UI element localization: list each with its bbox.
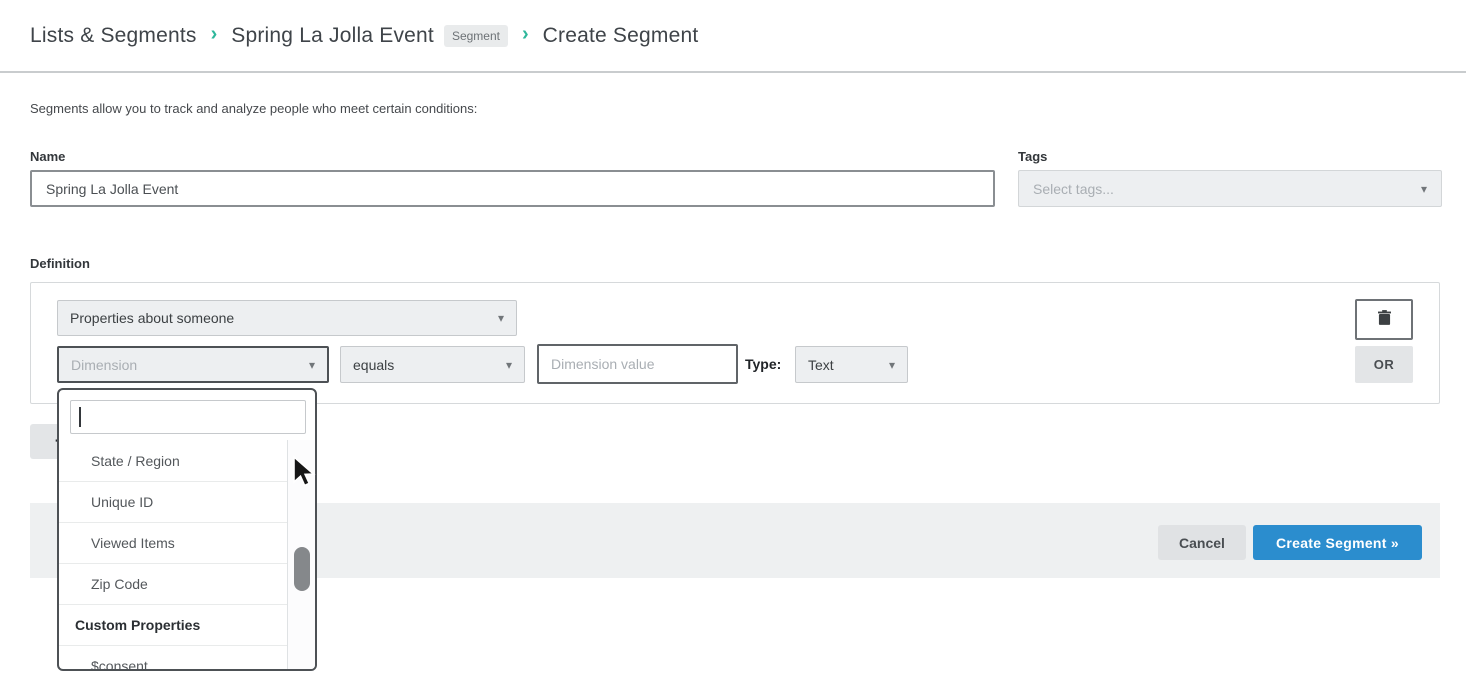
chevron-right-icon: › bbox=[522, 23, 529, 46]
dimension-value-input[interactable] bbox=[537, 344, 738, 384]
type-select[interactable]: Text ▾ bbox=[795, 346, 908, 383]
dimension-placeholder: Dimension bbox=[71, 357, 137, 373]
breadcrumb-segment-name[interactable]: Spring La Jolla Event bbox=[231, 24, 434, 48]
breadcrumb-lists-segments[interactable]: Lists & Segments bbox=[30, 24, 197, 48]
or-button[interactable]: OR bbox=[1355, 346, 1413, 383]
name-label: Name bbox=[30, 149, 65, 164]
intro-text: Segments allow you to track and analyze … bbox=[30, 101, 477, 116]
definition-label: Definition bbox=[30, 256, 90, 271]
breadcrumb: Lists & Segments › Spring La Jolla Event… bbox=[0, 0, 1466, 73]
breadcrumb-create-segment: Create Segment bbox=[543, 24, 699, 48]
dropdown-option[interactable]: State / Region bbox=[59, 440, 287, 481]
type-label: Type: bbox=[745, 356, 781, 372]
cancel-button[interactable]: Cancel bbox=[1158, 525, 1246, 560]
chevron-down-icon: ▾ bbox=[309, 359, 315, 371]
segment-type-badge: Segment bbox=[444, 25, 508, 47]
operator-value: equals bbox=[353, 357, 394, 373]
operator-select[interactable]: equals ▾ bbox=[340, 346, 525, 383]
chevron-down-icon: ▾ bbox=[506, 359, 512, 371]
dimension-select[interactable]: Dimension ▾ bbox=[57, 346, 329, 383]
type-value: Text bbox=[808, 357, 834, 373]
condition-category-value: Properties about someone bbox=[70, 310, 234, 326]
dropdown-option[interactable]: Zip Code bbox=[59, 563, 287, 604]
create-segment-button[interactable]: Create Segment » bbox=[1253, 525, 1422, 560]
dropdown-scrollbar-thumb[interactable] bbox=[294, 547, 310, 591]
chevron-right-icon: › bbox=[211, 23, 218, 46]
chevron-down-icon: ▾ bbox=[498, 312, 504, 324]
tags-placeholder: Select tags... bbox=[1033, 181, 1114, 197]
dropdown-scrollbar-track[interactable] bbox=[287, 440, 315, 671]
dimension-dropdown: State / Region Unique ID Viewed Items Zi… bbox=[57, 388, 317, 671]
chevron-down-icon: ▾ bbox=[889, 359, 895, 371]
tags-label: Tags bbox=[1018, 149, 1047, 164]
dropdown-option[interactable]: $consent bbox=[59, 645, 287, 671]
dropdown-group-header: Custom Properties bbox=[59, 604, 287, 645]
dropdown-option[interactable]: Unique ID bbox=[59, 481, 287, 522]
dimension-option-list: State / Region Unique ID Viewed Items Zi… bbox=[59, 440, 287, 671]
name-input[interactable] bbox=[30, 170, 995, 207]
condition-category-select[interactable]: Properties about someone ▾ bbox=[57, 300, 517, 336]
chevron-down-icon: ▾ bbox=[1421, 183, 1427, 195]
text-caret bbox=[79, 407, 81, 427]
condition-group-panel: Properties about someone ▾ Dimension ▾ e… bbox=[30, 282, 1440, 404]
tags-select[interactable]: Select tags... ▾ bbox=[1018, 170, 1442, 207]
dropdown-option[interactable]: Viewed Items bbox=[59, 522, 287, 563]
trash-icon bbox=[1378, 310, 1391, 330]
create-segment-page: Lists & Segments › Spring La Jolla Event… bbox=[0, 0, 1466, 686]
dimension-search-input[interactable] bbox=[70, 400, 306, 434]
delete-condition-button[interactable] bbox=[1355, 299, 1413, 340]
